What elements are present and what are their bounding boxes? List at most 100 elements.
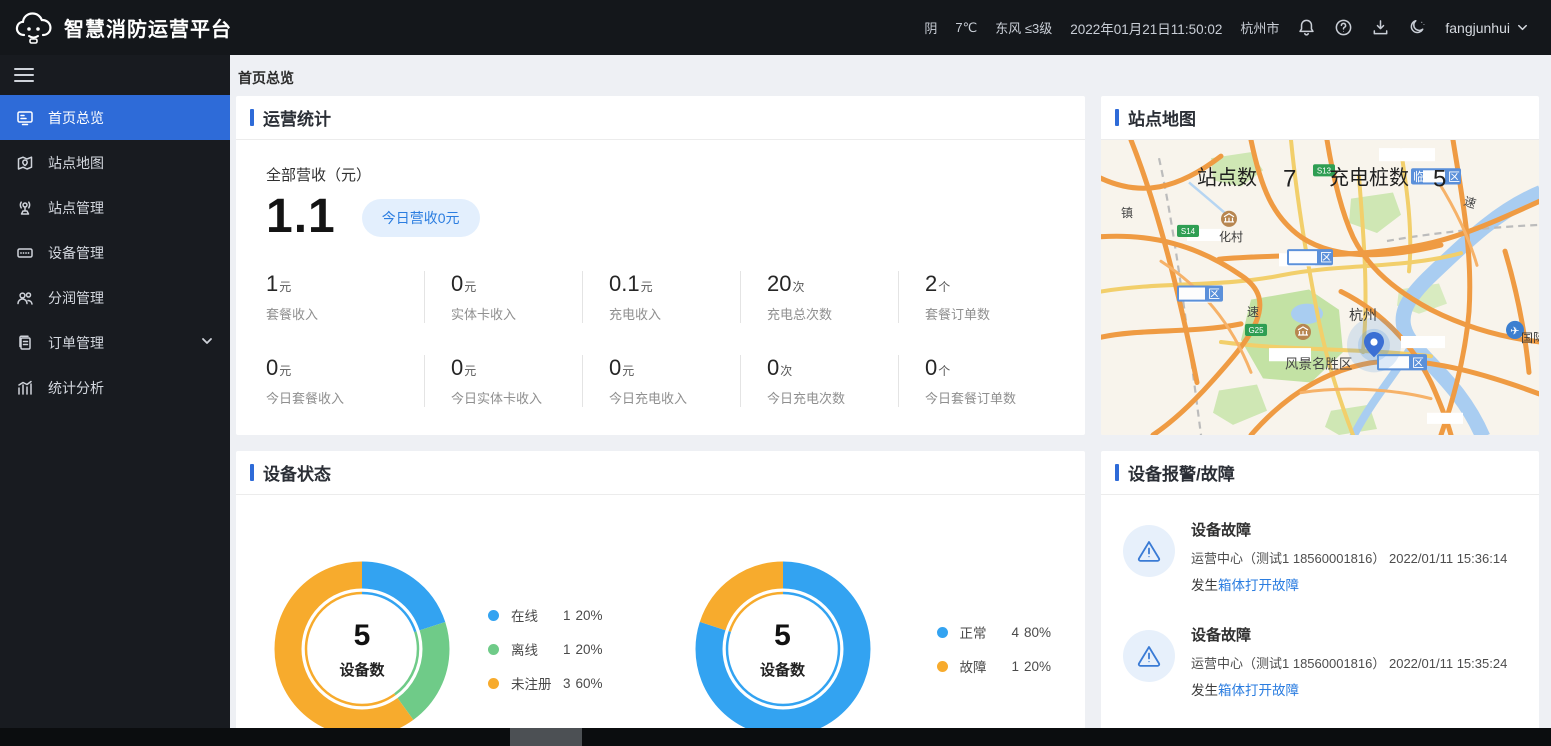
stat-cell: 20次 充电总次数 [740,271,898,323]
device-alerts-card: 设备报警/故障 设备故障 运营中心（测试1 18560001816） 2022/… [1101,451,1539,746]
sidebar-item-site-management[interactable]: 站点管理 [0,185,230,230]
donut-group-health: 5 设备数 正常 4 80% 故障 1 20% [665,561,1086,737]
card-header: 设备报警/故障 [1101,451,1539,495]
breadcrumb: 首页总览 [238,70,294,86]
svg-text:7: 7 [1283,165,1296,192]
stat-unit: 元 [279,280,292,294]
svg-text:S14: S14 [1181,227,1196,236]
alert-title: 设备故障 [1191,627,1252,644]
stat-value: 2 [925,271,938,296]
legend-dot [488,677,499,689]
card-header: 站点地图 [1101,96,1539,140]
donut-center: 5 设备数 [274,561,450,737]
bar-chart-icon [16,379,34,397]
help-icon[interactable] [1334,18,1353,37]
stat-cell: 0元 实体卡收入 [424,271,582,323]
svg-text:区: 区 [1320,251,1332,265]
location-pin-icon [1347,317,1401,373]
download-icon[interactable] [1371,18,1390,37]
warning-triangle-icon [1123,525,1175,577]
stat-label: 今日套餐收入 [266,391,345,406]
city-map[interactable]: 镇 临 区 区 区 区 [1101,140,1539,435]
card-header: 运营统计 [236,96,1085,140]
site-signal-icon [16,199,34,217]
stat-value: 1 [266,271,279,296]
sidebar-item-label: 统计分析 [48,379,104,396]
stat-label: 充电总次数 [767,307,833,322]
stat-label: 充电收入 [609,307,662,322]
stat-unit: 元 [279,364,292,378]
stat-unit: 元 [622,364,635,378]
sidebar-item-label: 分润管理 [48,289,104,306]
alert-item: 设备故障 运营中心（测试1 18560001816） 2022/01/11 15… [1123,519,1521,594]
stat-cell: 2个 套餐订单数 [898,271,1056,323]
wind-info: 东风 ≤3级 [995,21,1053,36]
alert-meta: 运营中心（测试1 18560001816） 2022/01/11 15:35:2… [1191,656,1508,671]
alert-content: 设备故障 运营中心（测试1 18560001816） 2022/01/11 15… [1191,519,1507,594]
operation-stats-body: 全部营收（元） 1.1 今日营收0元 1元 套餐收入 0元 实体卡收入 0.1元… [236,140,1085,407]
legend-item-fault[interactable]: 故障 1 20% [936,656,1051,676]
sidebar-item-device-management[interactable]: 设备管理 [0,230,230,275]
sidebar-item-order-management[interactable]: 订单管理 [0,320,230,365]
fault-type-link[interactable]: 箱体打开故障 [1218,683,1299,698]
stat-label: 实体卡收入 [451,307,517,322]
card-header: 设备状态 [236,451,1085,495]
dashboard-icon [16,109,34,127]
stat-label: 今日充电收入 [609,391,688,406]
svg-text:化村: 化村 [1219,230,1243,244]
svg-text:镇: 镇 [1121,206,1133,220]
stat-value: 20 [767,271,792,296]
device-status-card: 设备状态 5 设备数 在线 1 20% 离线 1 20% 未注册 3 60% 5… [236,451,1085,746]
device-icon [16,244,34,262]
legend: 在线 1 20% 离线 1 20% 未注册 3 60% [488,605,603,693]
stat-label: 套餐订单数 [925,307,991,322]
card-title: 运营统计 [263,110,331,129]
sidebar-item-label: 订单管理 [48,334,104,351]
sidebar: 首页总览 站点地图 站点管理 设备管理 分润管理 订单管理 统计分析 [0,55,230,746]
stat-unit: 次 [792,280,805,294]
donut-group-connectivity: 5 设备数 在线 1 20% 离线 1 20% 未注册 3 60% [236,561,665,737]
orders-icon [16,334,34,352]
stat-unit: 元 [640,280,653,294]
city: 杭州市 [1240,21,1280,36]
legend-item-online[interactable]: 在线 1 20% [488,605,603,625]
dashboard-grid: 运营统计 全部营收（元） 1.1 今日营收0元 1元 套餐收入 0元 实体卡收入… [236,96,1539,746]
sidebar-item-site-map[interactable]: 站点地图 [0,140,230,185]
alert-list: 设备故障 运营中心（测试1 18560001816） 2022/01/11 15… [1101,495,1539,746]
stat-value: 0 [266,355,279,380]
legend-item-normal[interactable]: 正常 4 80% [936,622,1051,642]
svg-text:区: 区 [1208,287,1220,301]
app-screen: 智慧消防运营平台 阴 7℃ 东风 ≤3级 2022年01月21日11:50:02… [0,0,1551,746]
sidebar-item-label: 站点地图 [48,154,104,171]
alert-description: 发生箱体打开故障 [1191,683,1299,698]
legend-item-unregistered[interactable]: 未注册 3 60% [488,673,603,693]
alert-item: 设备故障 运营中心（测试1 18560001816） 2022/01/11 15… [1123,624,1521,699]
user-menu[interactable]: fangjunhui [1445,20,1529,36]
stat-cell: 0.1元 充电收入 [582,271,740,323]
sidebar-item-statistics[interactable]: 统计分析 [0,365,230,410]
alert-title: 设备故障 [1191,522,1252,539]
revenue-row: 1.1 今日营收0元 [266,193,1085,241]
title-accent-bar [250,464,254,481]
svg-text:G25: G25 [1248,326,1264,335]
notification-bell-icon[interactable] [1297,18,1316,37]
stat-unit: 个 [938,280,951,294]
stat-label: 今日套餐订单数 [925,391,1017,406]
device-status-body: 5 设备数 在线 1 20% 离线 1 20% 未注册 3 60% 5 设备数 … [236,495,1085,737]
expand-chevron-icon[interactable] [200,334,214,351]
stat-value: 0 [609,355,622,380]
sidebar-item-profit-management[interactable]: 分润管理 [0,275,230,320]
stat-unit: 次 [780,364,793,378]
sidebar-item-label: 站点管理 [48,199,104,216]
legend-item-offline[interactable]: 离线 1 20% [488,639,603,659]
donut-center-label: 设备数 [759,661,805,679]
dark-mode-moon-icon[interactable] [1408,18,1427,37]
total-revenue-label: 全部营收（元） [266,167,372,184]
warning-triangle-icon [1123,630,1175,682]
legend: 正常 4 80% 故障 1 20% [936,622,1051,676]
stat-label: 今日充电次数 [767,391,846,406]
fault-type-link[interactable]: 箱体打开故障 [1218,578,1299,593]
app-title: 智慧消防运营平台 [64,19,232,41]
sidebar-item-home-overview[interactable]: 首页总览 [0,95,230,140]
collapse-menu-icon[interactable] [14,64,34,86]
